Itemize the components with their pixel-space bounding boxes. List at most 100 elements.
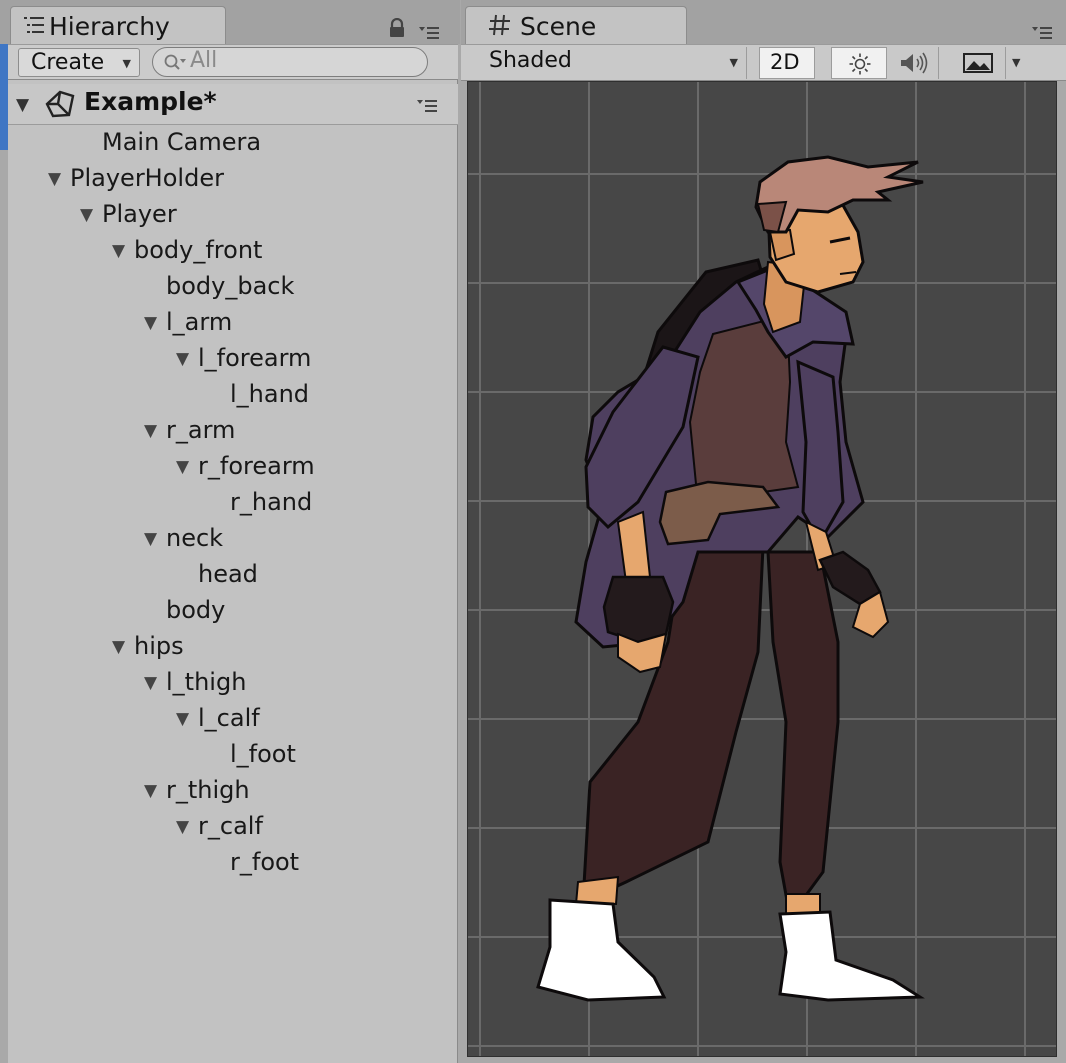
tab-hierarchy[interactable]: Hierarchy — [10, 6, 226, 44]
back-shoe — [778, 910, 925, 1002]
hierarchy-item[interactable]: ▼ body_front — [112, 236, 262, 270]
expand-arrow-icon[interactable]: ▼ — [144, 313, 162, 333]
hierarchy-item-label: r_hand — [230, 488, 313, 516]
hierarchy-item-label: Player — [102, 200, 177, 228]
hierarchy-item-label: body_back — [166, 272, 295, 300]
hierarchy-item[interactable]: ▼ PlayerHolder — [48, 164, 224, 198]
scene-root-row[interactable]: ▼ Example* — [8, 84, 458, 125]
create-label: Create — [31, 50, 105, 75]
sun-icon — [849, 53, 871, 75]
hierarchy-panel: Hierarchy Create ▼ All ▼ Example* Main C… — [0, 0, 460, 1063]
left-glove — [602, 575, 675, 644]
expand-arrow-icon[interactable]: ▼ — [112, 241, 130, 261]
hierarchy-item-label: body — [166, 596, 226, 624]
hierarchy-item[interactable]: ▼ neck — [144, 524, 223, 558]
hierarchy-tree: ▼ Example* Main Camera ▼ PlayerHolder ▼ Play… — [8, 80, 458, 1063]
expand-arrow-icon[interactable]: ▼ — [176, 817, 194, 837]
list-icon — [24, 17, 44, 33]
tab-scene-label: Scene — [520, 12, 597, 41]
audio-toggle-button[interactable] — [889, 47, 939, 79]
hierarchy-item-label: r_forearm — [198, 452, 315, 480]
chevron-down-icon: ▼ — [122, 57, 131, 70]
hierarchy-tab-bar: Hierarchy — [0, 0, 460, 44]
scene-toolbar: Shaded ▼ 2D ▼ — [461, 44, 1066, 81]
hierarchy-item[interactable]: ▼ l_arm — [144, 308, 232, 342]
chevron-down-icon: ▼ — [729, 56, 738, 69]
chevron-down-icon: ▼ — [1012, 56, 1021, 69]
effects-toggle-button[interactable] — [949, 47, 1005, 79]
hierarchy-item-label: r_calf — [198, 812, 263, 840]
hierarchy-item[interactable]: l_hand — [208, 380, 309, 414]
hierarchy-item-label: l_arm — [166, 308, 233, 336]
hierarchy-item[interactable]: body_back — [144, 272, 294, 306]
search-placeholder: All — [190, 48, 218, 73]
hierarchy-item[interactable]: ▼ r_thigh — [144, 776, 250, 810]
image-icon — [963, 53, 993, 73]
expand-arrow-icon[interactable]: ▼ — [144, 421, 162, 441]
hierarchy-item[interactable]: ▼ r_forearm — [176, 452, 315, 486]
hierarchy-item-label: Main Camera — [102, 128, 262, 156]
expand-arrow-icon[interactable]: ▼ — [144, 529, 162, 549]
scene-name: Example* — [84, 87, 217, 116]
scene-tab-bar: Scene — [461, 0, 1066, 44]
panel-menu-icon[interactable] — [1031, 24, 1053, 40]
shading-mode-dropdown[interactable]: Shaded ▼ — [475, 47, 747, 79]
expand-arrow-icon[interactable]: ▼ — [176, 457, 194, 477]
hierarchy-item[interactable]: ▼ l_forearm — [176, 344, 311, 378]
hierarchy-item[interactable]: Main Camera — [80, 128, 261, 162]
hierarchy-item-label: l_hand — [230, 380, 310, 408]
hierarchy-item-label: r_arm — [166, 416, 236, 444]
tab-scene[interactable]: Scene — [465, 6, 687, 44]
lock-icon[interactable] — [388, 18, 406, 38]
hierarchy-item[interactable]: head — [176, 560, 258, 594]
hierarchy-item-label: r_foot — [230, 848, 300, 876]
hierarchy-item-label: neck — [166, 524, 224, 552]
lighting-toggle-button[interactable] — [831, 47, 887, 79]
hierarchy-toolbar: Create ▼ All — [8, 44, 458, 80]
hierarchy-item-label: l_calf — [198, 704, 260, 732]
scene-panel: Scene Shaded ▼ 2D ▼ — [461, 0, 1066, 1063]
scene-viewport[interactable] — [467, 81, 1057, 1057]
hierarchy-item[interactable]: ▼ Player — [80, 200, 177, 234]
shading-mode-label: Shaded — [489, 48, 572, 73]
expand-arrow-icon[interactable]: ▼ — [144, 673, 162, 693]
effects-dropdown[interactable]: ▼ — [1005, 47, 1029, 79]
scene-menu-icon[interactable] — [416, 97, 438, 113]
viewport-canvas[interactable] — [468, 82, 1057, 1057]
hierarchy-item-label: l_forearm — [198, 344, 312, 372]
hierarchy-item[interactable]: ▼ l_thigh — [144, 668, 246, 702]
search-input[interactable]: All — [152, 47, 428, 77]
expand-arrow-icon[interactable]: ▼ — [176, 709, 194, 729]
expand-arrow-icon[interactable]: ▼ — [16, 95, 29, 115]
front-shoe — [536, 898, 667, 1002]
speaker-icon — [901, 52, 928, 74]
hierarchy-item-label: body_front — [134, 236, 263, 264]
hierarchy-item[interactable]: ▼ hips — [112, 632, 184, 666]
toggle-2d-button[interactable]: 2D — [759, 47, 815, 79]
back-leg — [766, 550, 840, 921]
hierarchy-item[interactable]: ▼ r_calf — [176, 812, 263, 846]
hierarchy-item-label: l_foot — [230, 740, 296, 768]
hierarchy-item[interactable]: r_hand — [208, 488, 312, 522]
hierarchy-item-label: hips — [134, 632, 184, 660]
expand-arrow-icon[interactable]: ▼ — [80, 205, 98, 225]
hierarchy-item[interactable]: ▼ r_arm — [144, 416, 235, 450]
hierarchy-item[interactable]: r_foot — [208, 848, 299, 882]
hierarchy-item-label: head — [198, 560, 258, 588]
hierarchy-item[interactable]: l_foot — [208, 740, 296, 774]
panel-menu-icon[interactable] — [418, 24, 440, 40]
expand-arrow-icon[interactable]: ▼ — [144, 781, 162, 801]
hierarchy-item-label: PlayerHolder — [70, 164, 224, 192]
toggle-2d-label: 2D — [770, 50, 800, 74]
hash-icon — [489, 14, 510, 36]
hierarchy-item[interactable]: ▼ l_calf — [176, 704, 260, 738]
expand-arrow-icon[interactable]: ▼ — [48, 169, 66, 189]
search-icon — [164, 54, 186, 70]
tab-hierarchy-label: Hierarchy — [49, 12, 170, 41]
hierarchy-item[interactable]: body — [144, 596, 225, 630]
hierarchy-item-label: l_thigh — [166, 668, 247, 696]
create-dropdown-button[interactable]: Create ▼ — [18, 48, 140, 77]
expand-arrow-icon[interactable]: ▼ — [112, 637, 130, 657]
unity-logo-icon — [45, 90, 75, 118]
expand-arrow-icon[interactable]: ▼ — [176, 349, 194, 369]
